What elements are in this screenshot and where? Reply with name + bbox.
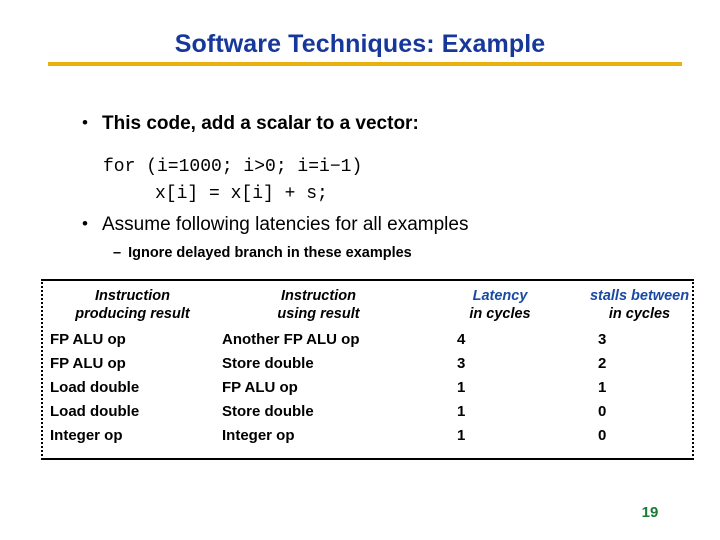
latency-table-body: FP ALU op Another FP ALU op 4 3 FP ALU o…	[43, 323, 696, 443]
cell-stalls: 3	[598, 331, 607, 349]
column-header-using-instruction: Instruction using result	[215, 281, 415, 323]
subbullet-item-delayed-branch: – Ignore delayed branch in these examples	[113, 245, 412, 261]
bullet-label-code-intro: This code, add a scalar to a vector:	[102, 113, 419, 134]
column-header-latency: Latency in cycles	[415, 281, 560, 323]
cell-stalls: 2	[598, 355, 607, 373]
cell-latency: 4	[457, 331, 466, 349]
page-title: Software Techniques: Example	[174, 30, 546, 58]
cell-latency: 1	[457, 379, 466, 397]
column-header-line1: stalls between	[589, 288, 690, 304]
slide-body: • This code, add a scalar to a vector: f…	[0, 113, 720, 261]
bullet-marker-icon: •	[82, 113, 88, 132]
page-number: 19	[641, 504, 659, 521]
latency-table: Instruction producing result Instruction…	[41, 279, 694, 460]
column-header-line1: Instruction	[95, 288, 170, 304]
cell-using: FP ALU op	[222, 379, 298, 397]
table-header-row: Instruction producing result Instruction…	[43, 281, 696, 323]
cell-stalls: 0	[598, 403, 607, 421]
cell-stalls: 0	[598, 427, 607, 445]
column-header-producing-instruction: Instruction producing result	[43, 281, 215, 323]
latency-table-grid: Instruction producing result Instruction…	[43, 281, 696, 443]
cell-using: Store double	[222, 355, 314, 373]
code-line-for-loop: for (i=1000; i>0; i=i−1)	[103, 157, 363, 177]
table-row: Load double Store double 1 0	[43, 395, 696, 419]
slide: Software Techniques: Example • This code…	[0, 0, 720, 540]
cell-latency: 1	[457, 403, 466, 421]
cell-producing: FP ALU op	[50, 355, 126, 373]
cell-stalls: 1	[598, 379, 607, 397]
cell-producing: Load double	[50, 403, 140, 421]
cell-using: Another FP ALU op	[222, 331, 360, 349]
column-header-line2: using result	[277, 305, 360, 322]
bullet-item-latency-assumption-wrap: • Assume following latencies for all exa…	[0, 214, 720, 236]
title-underline-rule	[48, 62, 682, 66]
cell-latency: 3	[457, 355, 466, 373]
subbullet-label-delayed-branch: Ignore delayed branch in these examples	[128, 245, 412, 261]
table-row: Integer op Integer op 1 0	[43, 419, 696, 443]
column-header-line2: producing result	[75, 305, 190, 322]
column-header-line1: Instruction	[281, 288, 356, 304]
table-row: FP ALU op Store double 3 2	[43, 347, 696, 371]
bullet-item-latency-assumption: • Assume following latencies for all exa…	[0, 214, 720, 236]
column-header-line2: in cycles	[608, 305, 671, 322]
table-row: Load double FP ALU op 1 1	[43, 371, 696, 395]
bullet-marker-icon: •	[82, 214, 88, 233]
bullet-label-latency-assumption: Assume following latencies for all examp…	[102, 214, 469, 235]
cell-using: Store double	[222, 403, 314, 421]
cell-using: Integer op	[222, 427, 295, 445]
column-header-line1: Latency	[472, 288, 528, 304]
cell-producing: FP ALU op	[50, 331, 126, 349]
cell-producing: Integer op	[50, 427, 123, 445]
code-line-assignment: x[i] = x[i] + s;	[155, 184, 328, 204]
cell-producing: Load double	[50, 379, 140, 397]
cell-latency: 1	[457, 427, 466, 445]
latency-table-head: Instruction producing result Instruction…	[43, 281, 696, 323]
column-header-line2: in cycles	[469, 305, 531, 322]
column-header-stalls: stalls between in cycles	[560, 281, 696, 323]
bullet-item-code-intro: • This code, add a scalar to a vector:	[0, 113, 720, 135]
table-row: FP ALU op Another FP ALU op 4 3	[43, 323, 696, 347]
subbullet-dash-icon: –	[113, 245, 122, 261]
